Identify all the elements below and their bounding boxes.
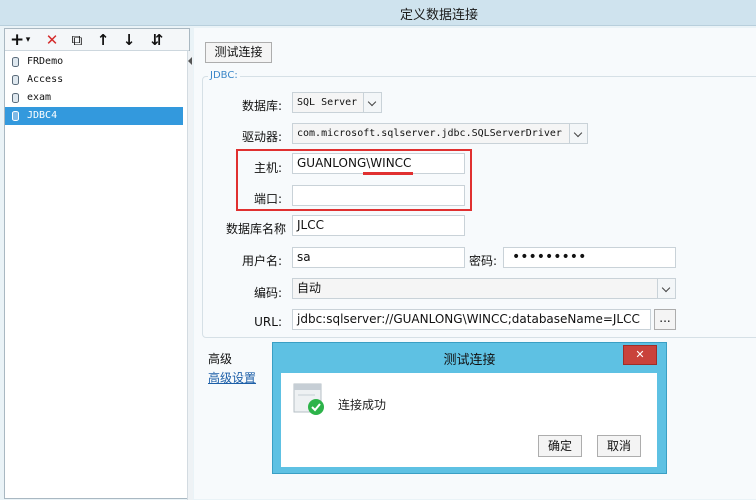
add-icon[interactable]: + <box>10 31 24 49</box>
delete-icon[interactable]: ✕ <box>44 31 60 49</box>
highlight-underline <box>363 172 413 175</box>
tree-item-frdemo[interactable]: FRDemo <box>5 53 183 71</box>
password-input[interactable]: ••••••••• <box>503 247 676 268</box>
add-dropdown-icon[interactable]: ▾ <box>24 31 32 49</box>
driver-select-value: com.microsoft.sqlserver.jdbc.SQLServerDr… <box>297 128 562 139</box>
tree-item-label: exam <box>27 92 52 103</box>
url-browse-button[interactable]: ... <box>654 309 676 330</box>
tree-item-label: Access <box>27 74 64 85</box>
advanced-label: 高级 <box>208 352 233 366</box>
password-value: ••••••••• <box>512 249 587 265</box>
copy-icon[interactable]: ⧉ <box>69 31 85 49</box>
password-label: 密码: <box>468 254 497 268</box>
connection-list-panel: + ▾ ✕ ⧉ ↑ ↓ ⇵ FRDemo Access exam JDBC4 <box>4 28 193 500</box>
url-input[interactable]: jdbc:sqlserver://GUANLONG\WINCC;database… <box>292 309 651 330</box>
tree-item-label: FRDemo <box>27 56 64 67</box>
database-icon <box>12 57 19 67</box>
panel-collapse-strip[interactable] <box>187 51 193 500</box>
highlight-box <box>236 149 472 211</box>
chevron-down-icon[interactable] <box>569 124 587 143</box>
tree-item-exam[interactable]: exam <box>5 89 183 107</box>
database-select-value: SQL Server <box>297 97 358 108</box>
tree-item-label: JDBC4 <box>27 110 58 121</box>
encoding-select[interactable]: 自动 <box>292 278 676 299</box>
encoding-select-value: 自动 <box>297 281 322 295</box>
database-icon <box>12 93 19 103</box>
close-icon[interactable]: ✕ <box>623 345 657 365</box>
url-label: URL: <box>254 315 282 329</box>
driver-select[interactable]: com.microsoft.sqlserver.jdbc.SQLServerDr… <box>292 123 588 144</box>
driver-label: 驱动器: <box>241 130 282 144</box>
window-title: 定义数据连接 <box>400 8 479 23</box>
database-icon <box>12 75 19 85</box>
chevron-down-icon[interactable] <box>363 93 381 112</box>
advanced-settings-link[interactable]: 高级设置 <box>208 369 256 386</box>
test-connection-dialog: 测试连接 ✕ 连接成功 确定 取消 <box>272 342 667 474</box>
test-connection-button[interactable]: 测试连接 <box>205 42 272 63</box>
move-up-icon[interactable]: ↑ <box>96 31 110 49</box>
tree-item-jdbc4[interactable]: JDBC4 <box>5 107 183 125</box>
tree-item-access[interactable]: Access <box>5 71 183 89</box>
dialog-message: 连接成功 <box>338 398 387 412</box>
username-input[interactable]: sa <box>292 247 465 268</box>
sort-icon[interactable]: ⇵ <box>148 31 166 49</box>
ok-button[interactable]: 确定 <box>538 435 582 457</box>
jdbc-legend: JDBC: <box>208 70 240 81</box>
database-name-label: 数据库名称 <box>225 222 286 236</box>
database-label: 数据库: <box>241 99 282 113</box>
chevron-down-icon[interactable] <box>657 279 675 298</box>
database-name-input[interactable]: JLCC <box>292 215 465 236</box>
collapse-arrow-icon[interactable] <box>188 57 192 65</box>
connection-toolbar: + ▾ ✕ ⧉ ↑ ↓ ⇵ <box>5 29 189 51</box>
encoding-label: 编码: <box>253 286 282 300</box>
connection-success-icon <box>293 383 324 415</box>
cancel-button[interactable]: 取消 <box>597 435 641 457</box>
database-select[interactable]: SQL Server <box>292 92 382 113</box>
database-icon <box>12 111 19 121</box>
window-titlebar: 定义数据连接 <box>0 0 756 26</box>
move-down-icon[interactable]: ↓ <box>122 31 136 49</box>
dialog-body: 连接成功 确定 取消 <box>281 373 657 467</box>
username-label: 用户名: <box>241 254 282 268</box>
dialog-title: 测试连接 <box>443 353 496 368</box>
